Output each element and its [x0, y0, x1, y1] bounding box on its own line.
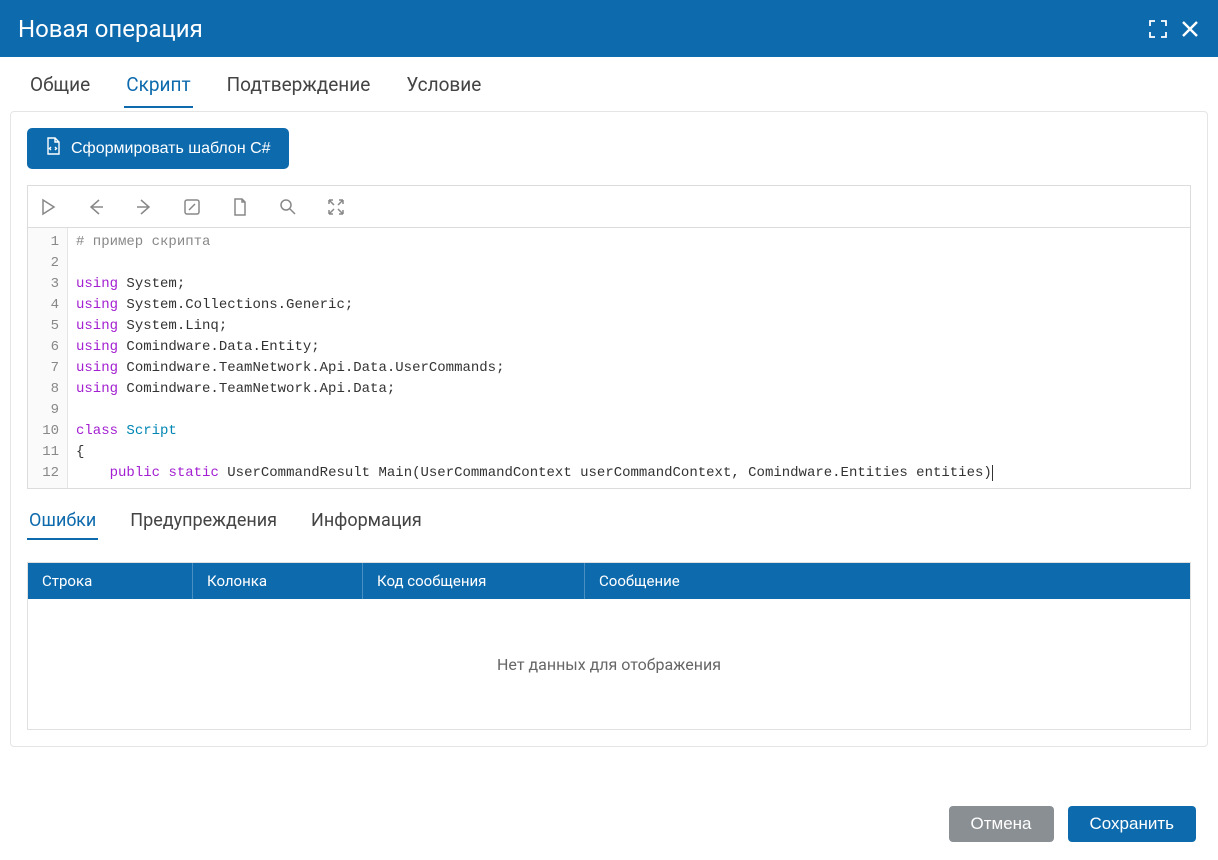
footer-buttons: Отмена Сохранить [949, 806, 1196, 842]
table-empty-state: Нет данных для отображения [28, 599, 1190, 729]
tab-confirmation[interactable]: Подтверждение [225, 59, 373, 108]
tab-script[interactable]: Скрипт [124, 59, 192, 108]
save-button[interactable]: Сохранить [1068, 806, 1196, 842]
th-line[interactable]: Строка [28, 563, 193, 599]
dialog-title: Новая операция [18, 15, 203, 43]
th-column[interactable]: Колонка [193, 563, 363, 599]
content-panel: Сформировать шаблон C# 123456789101112 #… [10, 111, 1208, 747]
result-table: Строка Колонка Код сообщения Сообщение Н… [27, 562, 1191, 730]
search-icon[interactable] [278, 197, 298, 217]
header-controls [1148, 19, 1200, 39]
back-icon[interactable] [86, 197, 106, 217]
file-icon[interactable] [230, 197, 250, 217]
sub-tab-info[interactable]: Информация [309, 501, 424, 540]
line-gutter: 123456789101112 [28, 228, 68, 488]
sub-tab-warnings[interactable]: Предупреждения [128, 501, 279, 540]
th-code[interactable]: Код сообщения [363, 563, 585, 599]
table-header-row: Строка Колонка Код сообщения Сообщение [28, 563, 1190, 599]
expand-icon[interactable] [326, 197, 346, 217]
tab-condition[interactable]: Условие [404, 59, 483, 108]
generate-template-button[interactable]: Сформировать шаблон C# [27, 128, 289, 169]
forward-icon[interactable] [134, 197, 154, 217]
main-tabs: Общие Скрипт Подтверждение Условие [0, 57, 1218, 111]
editor-toolbar [27, 185, 1191, 227]
cancel-button[interactable]: Отмена [949, 806, 1054, 842]
th-message[interactable]: Сообщение [585, 563, 1190, 599]
edit-icon[interactable] [182, 197, 202, 217]
close-icon[interactable] [1180, 19, 1200, 39]
fullscreen-icon[interactable] [1148, 19, 1168, 39]
run-icon[interactable] [38, 197, 58, 217]
generate-template-label: Сформировать шаблон C# [71, 140, 271, 158]
tab-general[interactable]: Общие [28, 59, 92, 108]
sub-tab-errors[interactable]: Ошибки [27, 501, 98, 540]
result-sub-tabs: Ошибки Предупреждения Информация [27, 501, 1191, 540]
file-code-icon [45, 137, 61, 160]
dialog-header: Новая операция [0, 0, 1218, 57]
code-area[interactable]: # пример скриптаusing System;using Syste… [68, 228, 1190, 488]
code-editor[interactable]: 123456789101112 # пример скриптаusing Sy… [27, 227, 1191, 489]
